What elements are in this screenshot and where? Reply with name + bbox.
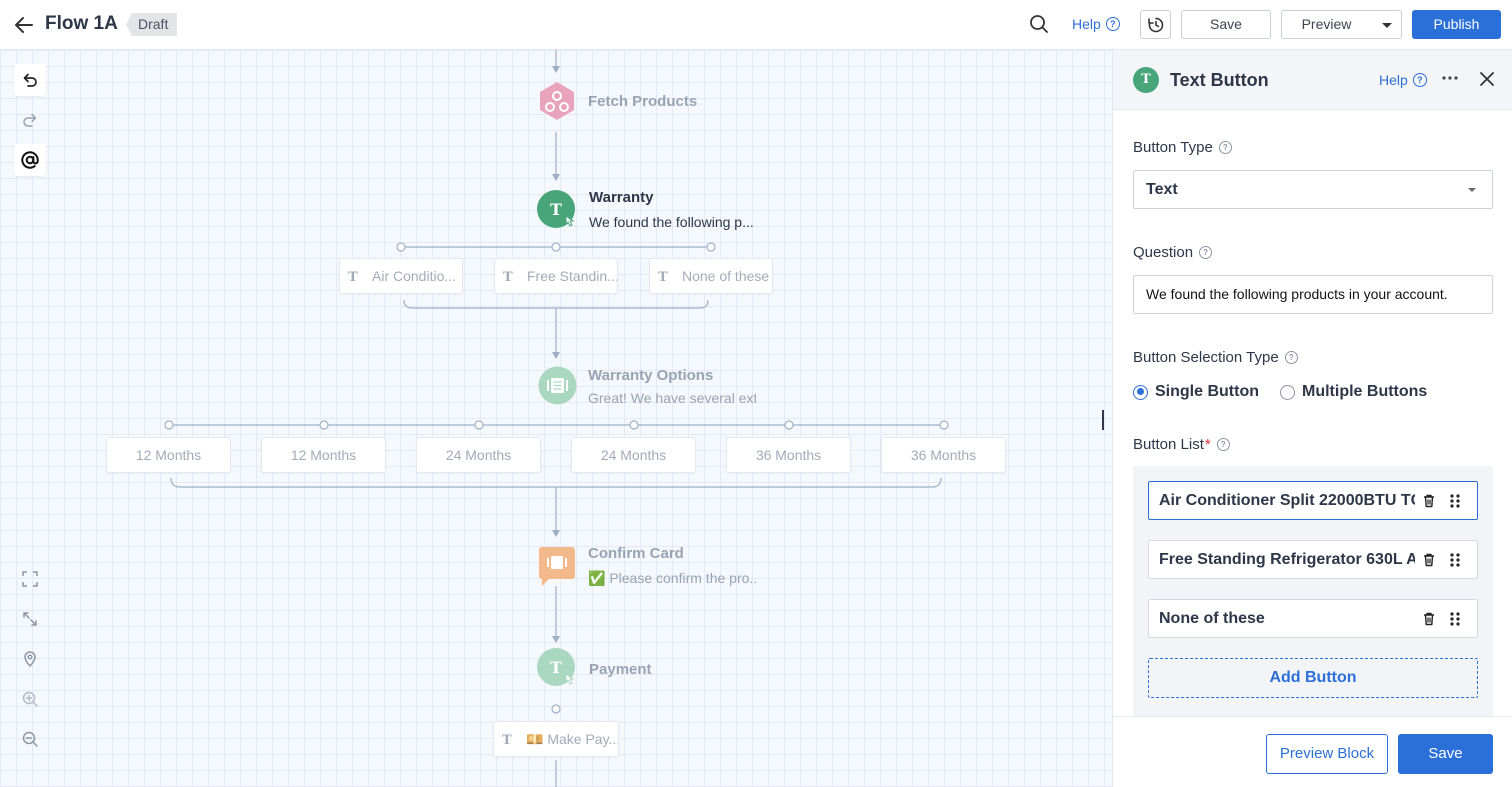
mention-at-icon[interactable] <box>14 144 46 176</box>
help-label: Help <box>1072 16 1101 32</box>
block-settings-panel: T Text Button Help ? Button Type ? Text … <box>1112 50 1512 787</box>
save-block-button[interactable]: Save <box>1398 734 1493 774</box>
save-flow-button[interactable]: Save <box>1181 10 1271 39</box>
required-mark: * <box>1204 436 1211 453</box>
question-circle-icon: ? <box>1105 17 1120 31</box>
button-list-item-input[interactable]: Free Standing Refrigerator 630L ARC <box>1159 541 1415 578</box>
flow-canvas[interactable]: Fetch Products T Warranty We found the f… <box>0 50 1112 787</box>
button-list-label: Button List * ? <box>1133 436 1230 453</box>
warranty-button-chip[interactable]: T Air Conditio... <box>339 258 463 294</box>
history-icon <box>1148 17 1164 33</box>
button-list-item: Free Standing Refrigerator 630L ARC <box>1148 540 1478 579</box>
text-button-icon[interactable]: T <box>537 648 577 690</box>
status-badge: Draft <box>126 13 178 36</box>
radio-unselected-icon <box>1280 384 1295 400</box>
radio-selected-icon <box>1133 384 1148 400</box>
option-button-chip[interactable]: 36 Months <box>726 437 851 473</box>
webhook-icon[interactable] <box>538 81 576 121</box>
panel-header: T Text Button Help ? <box>1113 50 1512 110</box>
text-cursor-icon <box>1102 410 1104 430</box>
text-button-icon[interactable]: T <box>537 190 577 232</box>
back-arrow-icon[interactable] <box>12 13 36 37</box>
version-history-button[interactable] <box>1140 10 1171 39</box>
close-icon[interactable] <box>1477 69 1497 89</box>
search-icon[interactable] <box>1028 13 1050 35</box>
question-circle-icon: ? <box>1412 73 1427 87</box>
button-list-item-input[interactable]: None of these <box>1159 600 1415 637</box>
trash-icon[interactable] <box>1421 493 1437 509</box>
question-circle-icon: ? <box>1216 438 1230 451</box>
svg-text:T: T <box>550 200 562 219</box>
node-confirm-card-title[interactable]: Confirm Card <box>588 545 684 562</box>
drag-handle-icon[interactable] <box>1448 611 1462 627</box>
option-button-chip[interactable]: 36 Months <box>881 437 1006 473</box>
location-pin-icon[interactable] <box>14 643 46 675</box>
button-type-label: Button Type ? <box>1133 139 1232 156</box>
selection-type-label: Button Selection Type ? <box>1133 349 1298 366</box>
node-confirm-card-subtitle: ✅ Please confirm the pro... <box>588 570 758 586</box>
question-circle-icon: ? <box>1218 141 1232 154</box>
text-button-icon: T <box>1133 67 1159 93</box>
trash-icon[interactable] <box>1421 611 1437 627</box>
warranty-button-chip[interactable]: T None of these <box>649 258 773 294</box>
option-button-chip[interactable]: 24 Months <box>416 437 541 473</box>
panel-title[interactable]: Text Button <box>1170 70 1269 91</box>
undo-icon[interactable] <box>14 64 46 96</box>
question-circle-icon: ? <box>1199 246 1213 259</box>
preview-dropdown-caret-icon[interactable] <box>1371 10 1402 39</box>
button-list-item: None of these <box>1148 599 1478 638</box>
payment-button-chip[interactable]: T 💴 Make Pay... <box>493 721 619 757</box>
preview-block-button[interactable]: Preview Block <box>1266 734 1388 774</box>
help-link[interactable]: Help ? <box>1072 16 1120 32</box>
drag-handle-icon[interactable] <box>1448 493 1462 509</box>
button-list-item-input[interactable]: Air Conditioner Split 22000BTU TCS <box>1159 482 1415 519</box>
multiple-buttons-radio[interactable]: Multiple Buttons <box>1280 383 1427 401</box>
question-label: Question ? <box>1133 244 1213 261</box>
publish-button[interactable]: Publish <box>1412 10 1501 39</box>
node-payment-title[interactable]: Payment <box>589 661 652 678</box>
text-button-icon: T <box>502 733 512 748</box>
panel-help-link[interactable]: Help ? <box>1379 72 1427 88</box>
text-button-icon: T <box>348 270 358 285</box>
single-button-radio[interactable]: Single Button <box>1133 383 1259 401</box>
text-button-icon: T <box>503 270 513 285</box>
text-button-icon: T <box>658 270 668 285</box>
preview-button[interactable]: Preview <box>1281 10 1372 39</box>
drag-handle-icon[interactable] <box>1448 552 1462 568</box>
button-list-item: Air Conditioner Split 22000BTU TCS <box>1148 481 1478 520</box>
option-button-chip[interactable]: 12 Months <box>261 437 386 473</box>
fit-screen-icon[interactable] <box>14 563 46 595</box>
question-input[interactable]: We found the following products in your … <box>1133 275 1493 314</box>
redo-icon[interactable] <box>14 104 46 136</box>
flow-title[interactable]: Flow 1A <box>45 13 118 35</box>
more-options-icon[interactable] <box>1440 68 1460 90</box>
zoom-in-icon[interactable] <box>14 683 46 715</box>
carousel-icon[interactable] <box>538 366 577 405</box>
node-warranty-options-title[interactable]: Warranty Options <box>588 367 713 384</box>
option-button-chip[interactable]: 12 Months <box>106 437 231 473</box>
node-warranty-options-subtitle: Great! We have several exte <box>588 390 756 406</box>
warranty-button-chip[interactable]: T Free Standin... <box>494 258 618 294</box>
node-warranty-subtitle: We found the following p... <box>589 214 754 230</box>
card-icon[interactable] <box>538 547 576 587</box>
node-warranty-title[interactable]: Warranty <box>589 189 653 206</box>
expand-icon[interactable] <box>14 603 46 635</box>
button-type-select[interactable]: Text <box>1133 170 1493 209</box>
node-fetch-products-title[interactable]: Fetch Products <box>588 93 697 110</box>
add-button-button[interactable]: Add Button <box>1148 658 1478 698</box>
question-circle-icon: ? <box>1284 351 1298 364</box>
panel-help-label: Help <box>1379 72 1408 88</box>
option-button-chip[interactable]: 24 Months <box>571 437 696 473</box>
top-bar: Flow 1A Draft Help ? Save Preview Publis… <box>0 0 1512 50</box>
svg-text:T: T <box>550 658 562 677</box>
zoom-out-icon[interactable] <box>14 723 46 755</box>
trash-icon[interactable] <box>1421 552 1437 568</box>
panel-footer: Preview Block Save <box>1113 716 1512 787</box>
